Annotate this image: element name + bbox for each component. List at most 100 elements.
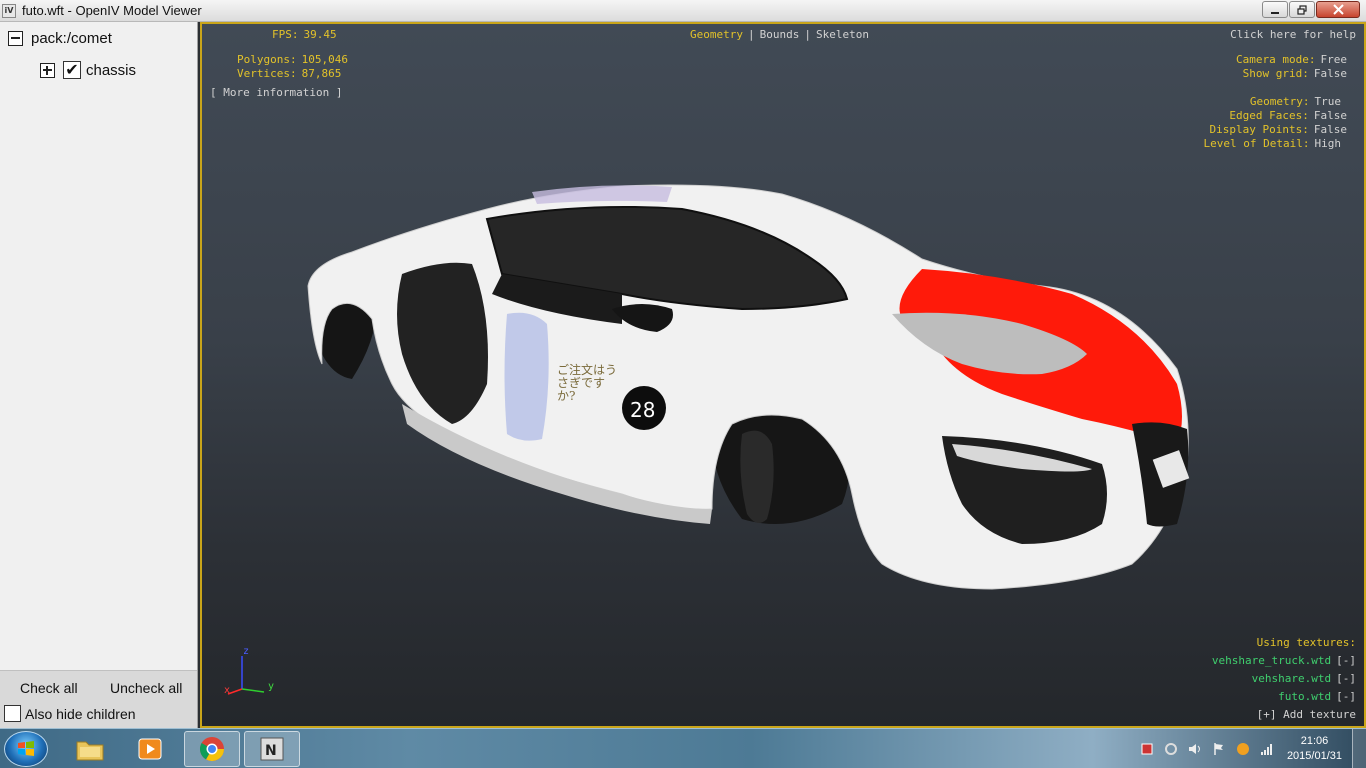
setting-label: Edged Faces: [1229,109,1309,122]
fps-label: FPS: [272,28,299,41]
folder-icon [76,741,104,761]
setting-show-grid[interactable]: Show grid: False [1243,67,1347,80]
media-player-icon [138,738,162,760]
polygons-label: Polygons: [237,53,297,66]
restore-icon [1297,4,1307,15]
also-hide-children-label[interactable]: Also hide children [25,706,136,722]
uncheck-all-button[interactable]: Uncheck all [110,680,182,696]
taskbar-chrome[interactable] [184,731,240,767]
mode-geometry-link[interactable]: Geometry [690,28,743,41]
setting-label: Camera mode: [1236,53,1316,66]
mode-separator: | [747,28,755,41]
tree-node-chassis[interactable]: ✔ chassis [40,61,136,79]
tray-update-icon[interactable] [1235,741,1251,757]
openiv-icon: N [260,737,284,761]
polygons-readout: Polygons: 105,046 [237,53,348,66]
check-all-button[interactable]: Check all [20,680,78,696]
setting-level-of-detail[interactable]: Level of Detail: High [1204,137,1341,150]
start-button[interactable] [4,731,48,767]
tree-child-label[interactable]: chassis [86,62,136,79]
polygons-value: 105,046 [301,53,348,66]
textures-heading: Using textures: [1256,636,1356,649]
taskbar: N 21:06 2015/01/31 [0,728,1366,768]
tree-node-root[interactable]: pack:/comet [8,30,112,47]
car-decal-text: ご注文はうさぎですか? [557,363,618,403]
mode-separator: | [804,28,811,41]
axis-x-label: x [224,685,231,696]
fps-value: 39.45 [303,28,337,41]
taskbar-clock[interactable]: 21:06 2015/01/31 [1287,734,1342,764]
help-link[interactable]: Click here for help [1230,28,1356,41]
expand-icon[interactable] [40,62,55,78]
add-texture-button[interactable]: [+] Add texture [1257,708,1356,721]
texture-name[interactable]: vehshare_truck.wtd [1212,654,1331,667]
texture-name[interactable]: vehshare.wtd [1252,672,1331,685]
texture-entry: vehshare_truck.wtd [-] [1212,654,1356,667]
vertices-value: 87,865 [301,67,342,80]
also-hide-children-option[interactable]: Also hide children [4,705,136,722]
car-number-label: 28 [630,398,656,422]
axis-z-label: z [243,646,250,657]
mode-skeleton-link[interactable]: Skeleton [816,28,869,41]
axis-y-label: y [268,681,275,692]
setting-edged-faces[interactable]: Edged Faces: False [1229,109,1347,122]
model-tree-panel: pack:/comet ✔ chassis Check all Uncheck … [0,22,198,728]
setting-value[interactable]: False [1314,109,1347,122]
clock-time: 21:06 [1300,735,1329,747]
volume-icon[interactable] [1187,741,1203,757]
tray-app-icon[interactable] [1139,741,1155,757]
close-icon [1332,4,1344,15]
setting-label: Display Points: [1209,123,1309,136]
close-button[interactable] [1316,1,1360,18]
window-controls [1261,1,1360,18]
minimize-button[interactable] [1262,1,1288,18]
action-center-flag-icon[interactable] [1211,741,1227,757]
texture-entry: vehshare.wtd [-] [1252,672,1356,685]
more-information-link[interactable]: [ More information ] [210,86,342,99]
title-bar: iV futo.wft - OpenIV Model Viewer [0,0,1366,22]
remove-texture-button[interactable]: [-] [1336,672,1356,685]
openiv-app-icon[interactable]: iV [2,3,16,18]
setting-label: Geometry: [1249,95,1310,108]
tray-network-app-icon[interactable] [1163,741,1179,757]
minimize-icon [1271,11,1279,14]
setting-value[interactable]: True [1315,95,1342,108]
view-mode-switch: Geometry | Bounds | Skeleton [690,28,869,41]
axis-gizmo [227,656,265,695]
setting-display-points[interactable]: Display Points: False [1210,123,1347,136]
taskbar-media-player[interactable] [122,731,178,767]
chrome-icon [199,737,224,762]
car-model-render [307,184,1190,590]
setting-camera-mode[interactable]: Camera mode: Free [1236,53,1347,66]
texture-name[interactable]: futo.wtd [1278,690,1331,703]
svg-text:N: N [265,743,277,759]
show-desktop-button[interactable] [1352,729,1366,768]
maximize-button[interactable] [1289,1,1315,18]
network-signal-icon[interactable] [1259,741,1275,757]
tree-actions: Check all Uncheck all Also hide children [0,670,197,728]
tree-root-label[interactable]: pack:/comet [31,30,112,47]
setting-geometry[interactable]: Geometry: True [1250,95,1341,108]
vertices-label: Vertices: [237,67,297,80]
setting-value[interactable]: False [1314,67,1347,80]
clock-date: 2015/01/31 [1286,750,1342,762]
remove-texture-button[interactable]: [-] [1336,654,1356,667]
setting-value[interactable]: False [1314,123,1347,136]
setting-value[interactable]: Free [1321,53,1348,66]
vertices-readout: Vertices: 87,865 [237,67,341,80]
setting-label: Level of Detail: [1203,137,1310,150]
texture-entry: futo.wtd [-] [1278,690,1356,703]
setting-label: Show grid: [1242,67,1309,80]
window-title: futo.wft - OpenIV Model Viewer [22,3,202,18]
taskbar-explorer[interactable] [62,731,118,767]
collapse-icon[interactable] [8,31,23,46]
also-hide-children-checkbox[interactable] [4,705,21,722]
mode-bounds-link[interactable]: Bounds [760,28,800,41]
chassis-checkbox[interactable]: ✔ [63,61,81,79]
model-viewport[interactable]: 28 ご注文はうさぎですか? FPS: 39.45 Polygons: 105,… [200,22,1366,728]
taskbar-openiv[interactable]: N [244,731,300,767]
remove-texture-button[interactable]: [-] [1336,690,1356,703]
windows-logo-icon [18,741,34,756]
setting-value[interactable]: High [1315,137,1342,150]
system-tray: 21:06 2015/01/31 [1135,729,1366,768]
